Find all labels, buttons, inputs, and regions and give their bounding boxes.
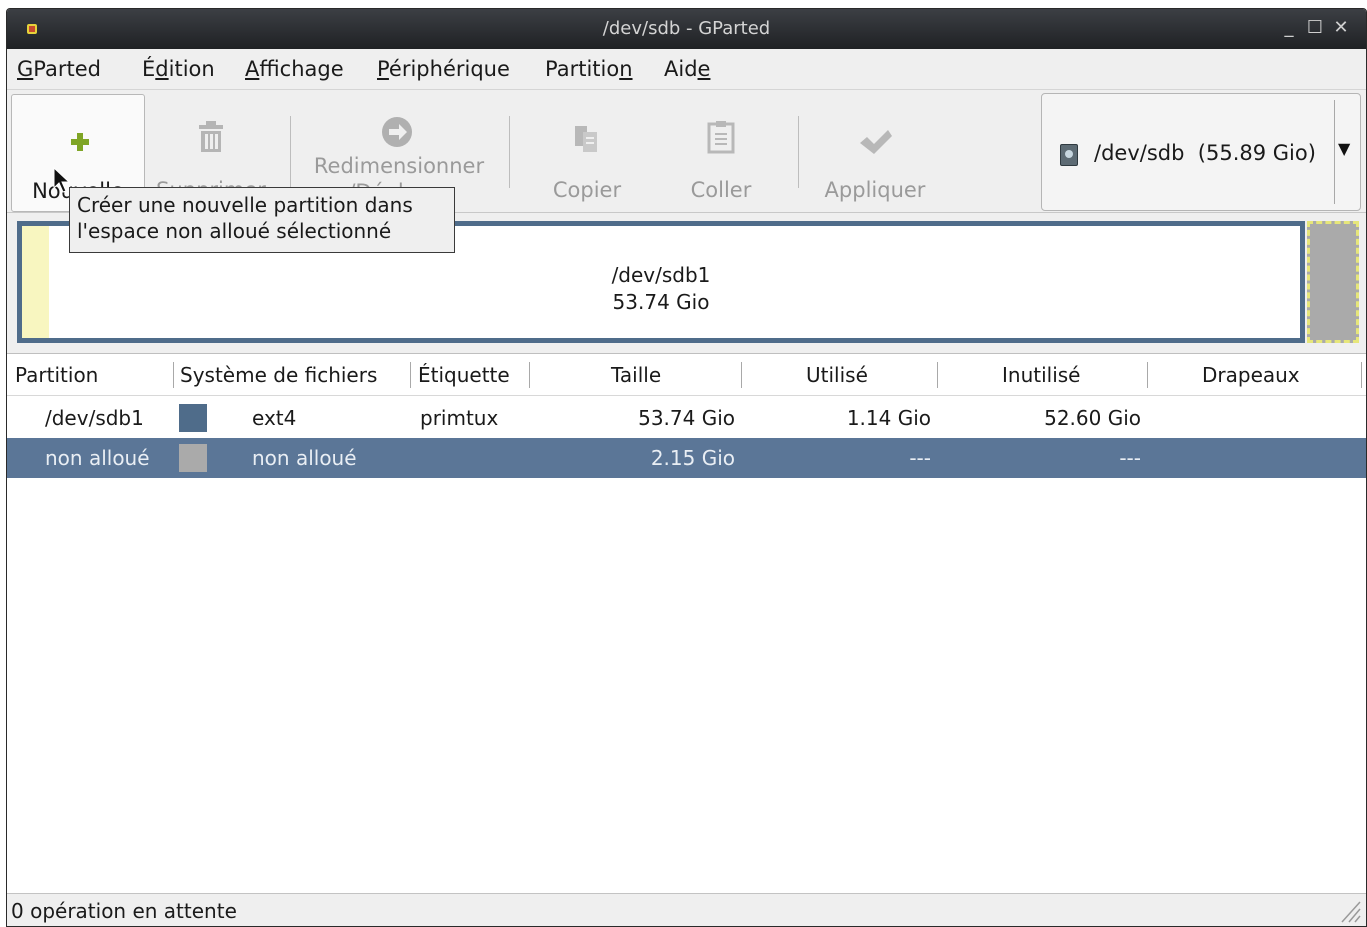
tooltip-line-2: l'espace non alloué sélectionné (77, 219, 392, 243)
combo-separator (1334, 100, 1335, 204)
tooltip-line-1: Créer une nouvelle partition dans (77, 193, 413, 217)
paste-icon (707, 121, 735, 154)
checkmark-icon (860, 130, 892, 154)
resize-grip-icon[interactable] (1338, 898, 1362, 924)
hard-disk-icon (1060, 144, 1078, 166)
menu-bar: GParted Édition Affichage Périphérique P… (7, 49, 1366, 89)
column-header-unused[interactable]: Inutilisé (1002, 363, 1081, 387)
disk-map-partition-name: /dev/sdb1 (611, 263, 711, 287)
resize-arrow-icon (382, 117, 412, 147)
column-separator[interactable] (741, 362, 742, 388)
cell-partition: non alloué (45, 446, 150, 470)
toolbar-separator (509, 116, 510, 188)
filesystem-color-swatch (179, 404, 207, 432)
column-separator[interactable] (937, 362, 938, 388)
title-bar: /dev/sdb - GParted _ ☐ ✕ (7, 9, 1366, 49)
menu-affichage[interactable]: Affichage (245, 57, 344, 81)
toolbar-separator (290, 116, 291, 188)
cell-filesystem: ext4 (252, 406, 297, 430)
plus-icon (71, 133, 89, 151)
column-header-partition[interactable]: Partition (15, 363, 98, 387)
cell-size: 53.74 Gio (638, 406, 735, 430)
column-separator[interactable] (410, 362, 411, 388)
trash-icon (199, 121, 223, 152)
column-separator[interactable] (1147, 362, 1148, 388)
window-title: /dev/sdb - GParted (602, 18, 771, 39)
table-row-selected[interactable]: non alloué non alloué 2.15 Gio --- --- (7, 438, 1366, 478)
cell-unused: 52.60 Gio (1044, 406, 1141, 430)
cell-used: 1.14 Gio (846, 406, 931, 430)
cell-filesystem: non alloué (252, 446, 357, 470)
close-icon[interactable]: ✕ (1330, 17, 1352, 39)
table-header: Partition Système de fichiers Étiquette … (7, 354, 1366, 396)
copy-button[interactable]: Copier (537, 94, 637, 212)
menu-partition[interactable]: Partition (545, 57, 633, 81)
column-separator[interactable] (1361, 362, 1362, 388)
column-header-flags[interactable]: Drapeaux (1202, 363, 1300, 387)
apply-label: Appliquer (824, 178, 926, 202)
menu-peripherique[interactable]: Périphérique (377, 57, 510, 81)
maximize-icon[interactable]: ☐ (1304, 17, 1326, 39)
chevron-down-icon[interactable]: ▼ (1338, 139, 1350, 158)
partition-table: Partition Système de fichiers Étiquette … (7, 353, 1366, 893)
filesystem-color-swatch (179, 444, 207, 472)
column-separator[interactable] (529, 362, 530, 388)
device-selector-label: /dev/sdb (55.89 Gio) (1094, 141, 1316, 165)
pending-operations-status: 0 opération en attente (11, 899, 237, 923)
disk-map-partition-size: 53.74 Gio (612, 290, 710, 314)
device-selector[interactable]: /dev/sdb (55.89 Gio) ▼ (1041, 93, 1361, 211)
cell-unused: --- (1119, 446, 1141, 470)
column-separator[interactable] (173, 362, 174, 388)
menu-gparted[interactable]: GParted (17, 57, 101, 81)
disk-map-unallocated[interactable] (1307, 221, 1359, 343)
copy-icon (575, 126, 597, 152)
disk-map-partition-text: /dev/sdb1 53.74 Gio (22, 262, 1300, 316)
resize-move-label-1: Redimensionner (313, 154, 485, 178)
paste-label: Coller (690, 178, 752, 202)
status-bar: 0 opération en attente (7, 893, 1366, 926)
toolbar-separator (798, 116, 799, 188)
column-header-used[interactable]: Utilisé (806, 363, 868, 387)
cell-partition: /dev/sdb1 (45, 406, 144, 430)
gparted-window: /dev/sdb - GParted _ ☐ ✕ GParted Édition… (6, 8, 1367, 927)
cell-label: primtux (420, 406, 499, 430)
column-header-size[interactable]: Taille (611, 363, 661, 387)
copy-label: Copier (552, 178, 622, 202)
menu-edition[interactable]: Édition (142, 57, 215, 81)
new-partition-tooltip: Créer une nouvelle partition dans l'espa… (69, 187, 455, 253)
paste-button[interactable]: Coller (671, 94, 771, 212)
cell-size: 2.15 Gio (650, 446, 735, 470)
cell-used: --- (909, 446, 931, 470)
column-header-label[interactable]: Étiquette (418, 363, 510, 387)
minimize-icon[interactable]: _ (1278, 17, 1300, 39)
mouse-cursor-icon (53, 167, 71, 193)
column-header-filesystem[interactable]: Système de fichiers (180, 363, 377, 387)
apply-button[interactable]: Appliquer (815, 94, 935, 212)
menu-aide[interactable]: Aide (664, 57, 710, 81)
table-row[interactable]: /dev/sdb1 ext4 primtux 53.74 Gio 1.14 Gi… (7, 398, 1366, 438)
